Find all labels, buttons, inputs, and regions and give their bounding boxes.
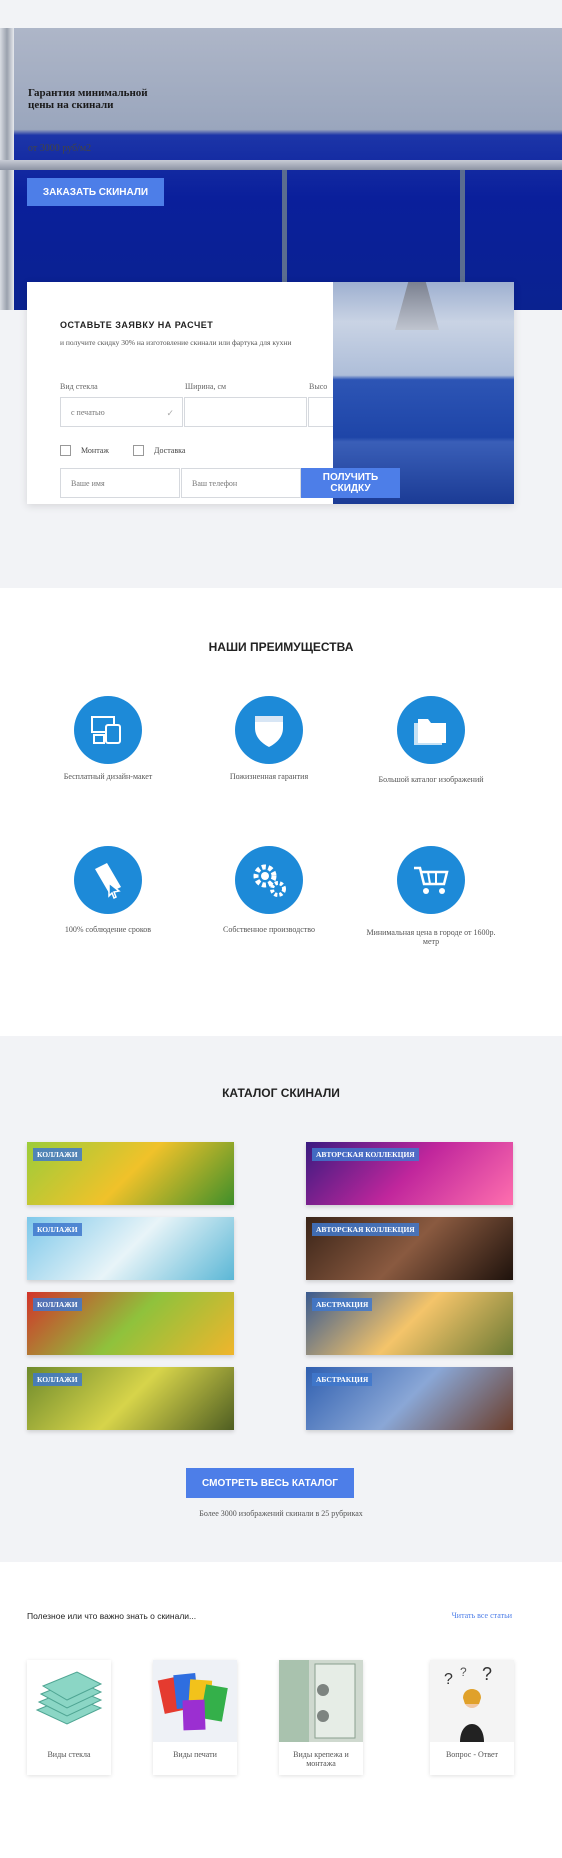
delivery-checkbox[interactable] [133, 445, 144, 456]
glass-type-select[interactable]: с печатью ✓ [60, 397, 183, 427]
phone-placeholder: Ваш телефон [192, 478, 238, 488]
catalog-tile[interactable]: КОЛЛАЖИ [27, 1367, 234, 1430]
article-card[interactable]: ??? Вопрос - Ответ [430, 1660, 514, 1775]
catalog-tile[interactable]: АВТОРСКАЯ КОЛЛЕКЦИЯ [306, 1217, 513, 1280]
article-card[interactable]: Виды печати [153, 1660, 237, 1775]
article-caption: Виды печати [173, 1750, 217, 1759]
width-label: Ширина, см [185, 382, 227, 391]
width-input[interactable] [184, 397, 307, 427]
article-card[interactable]: Виды стекла [27, 1660, 111, 1775]
delivery-checkbox-label: Доставка [154, 446, 186, 455]
glass-type-value: с печатью [71, 407, 105, 417]
catalog-note: Более 3000 изображений скинали в 25 рубр… [199, 1509, 363, 1518]
catalog-tag: АВТОРСКАЯ КОЛЛЕКЦИЯ [312, 1148, 419, 1161]
articles-heading: Полезное или что важно знать о скинали..… [27, 1611, 197, 1621]
advantages-section [0, 588, 562, 1036]
view-catalog-button[interactable]: СМОТРЕТЬ ВЕСЬ КАТАЛОГ [186, 1468, 354, 1498]
catalog-tag: КОЛЛАЖИ [33, 1298, 82, 1311]
article-caption: Виды стекла [47, 1750, 91, 1759]
catalog-tile[interactable]: АБСТРАКЦИЯ [306, 1292, 513, 1355]
catalog-tag: АВТОРСКАЯ КОЛЛЕКЦИЯ [312, 1223, 419, 1236]
document-cursor-icon [74, 846, 142, 914]
catalog-tag: КОЛЛАЖИ [33, 1373, 82, 1386]
read-all-articles-link[interactable]: Читать все статьи [452, 1611, 512, 1620]
article-caption: Вопрос - Ответ [445, 1750, 499, 1759]
catalog-tile[interactable]: КОЛЛАЖИ [27, 1142, 234, 1205]
hero-price: от 3000 руб/м2 [28, 143, 92, 154]
advantage-label: Пожизненная гарантия [229, 772, 309, 781]
article-caption: Виды крепежа и монтажа [293, 1750, 349, 1768]
article-card[interactable]: Виды крепежа и монтажа [279, 1660, 363, 1775]
advantages-title: НАШИ ПРЕИМУЩЕСТВА [208, 640, 354, 654]
catalog-tag: КОЛЛАЖИ [33, 1148, 82, 1161]
catalog-title: КАТАЛОГ СКИНАЛИ [222, 1086, 340, 1100]
folders-icon [397, 696, 465, 764]
svg-text:?: ? [482, 1664, 492, 1684]
chevron-down-icon: ✓ [166, 408, 174, 418]
get-discount-button[interactable]: ПОЛУЧИТЬ СКИДКУ [301, 468, 400, 498]
form-title: ОСТАВЬТЕ ЗАЯВКУ НА РАСЧЕТ [60, 320, 214, 330]
hero-photo-rail [0, 160, 562, 170]
advantage-label: Большой каталог изображений [378, 775, 484, 784]
svg-text:?: ? [460, 1665, 467, 1679]
glass-type-label: Вид стекла [60, 382, 98, 391]
devices-icon [74, 696, 142, 764]
phone-input[interactable]: Ваш телефон [181, 468, 301, 498]
print-samples-image [153, 1660, 237, 1742]
range-hood [395, 282, 439, 330]
gears-icon [235, 846, 303, 914]
question-person-image: ??? [430, 1660, 514, 1742]
catalog-tile[interactable]: АВТОРСКАЯ КОЛЛЕКЦИЯ [306, 1142, 513, 1205]
order-skinali-button[interactable]: ЗАКАЗАТЬ СКИНАЛИ [27, 178, 164, 206]
glass-stack-image [27, 1660, 111, 1742]
cart-icon [397, 846, 465, 914]
shield-icon [235, 696, 303, 764]
catalog-tag: КОЛЛАЖИ [33, 1223, 82, 1236]
name-placeholder: Ваше имя [71, 478, 105, 488]
catalog-tag: АБСТРАКЦИЯ [312, 1298, 373, 1311]
advantage-label: Минимальная цена в городе от 1600р. метр [366, 928, 496, 946]
form-subtitle: и получите скидку 30% на изготовление ск… [60, 338, 292, 347]
glass-mount-image [279, 1660, 363, 1742]
name-input[interactable]: Ваше имя [60, 468, 180, 498]
catalog-tile[interactable]: КОЛЛАЖИ [27, 1292, 234, 1355]
catalog-tile[interactable]: АБСТРАКЦИЯ [306, 1367, 513, 1430]
advantage-label: 100% соблюдение сроков [64, 925, 152, 934]
mount-checkbox-label: Монтаж [81, 446, 109, 455]
mount-checkbox[interactable] [60, 445, 71, 456]
height-label: Высо [309, 382, 328, 391]
svg-text:?: ? [444, 1671, 453, 1688]
advantage-label: Собственное производство [223, 925, 315, 934]
advantage-label: Бесплатный дизайн-макет [63, 772, 153, 781]
catalog-tile[interactable]: КОЛЛАЖИ [27, 1217, 234, 1280]
catalog-tag: АБСТРАКЦИЯ [312, 1373, 373, 1386]
hero-banner: Гарантия минимальной цены на скинали от … [0, 28, 562, 310]
hero-title: Гарантия минимальной цены на скинали [28, 87, 148, 111]
